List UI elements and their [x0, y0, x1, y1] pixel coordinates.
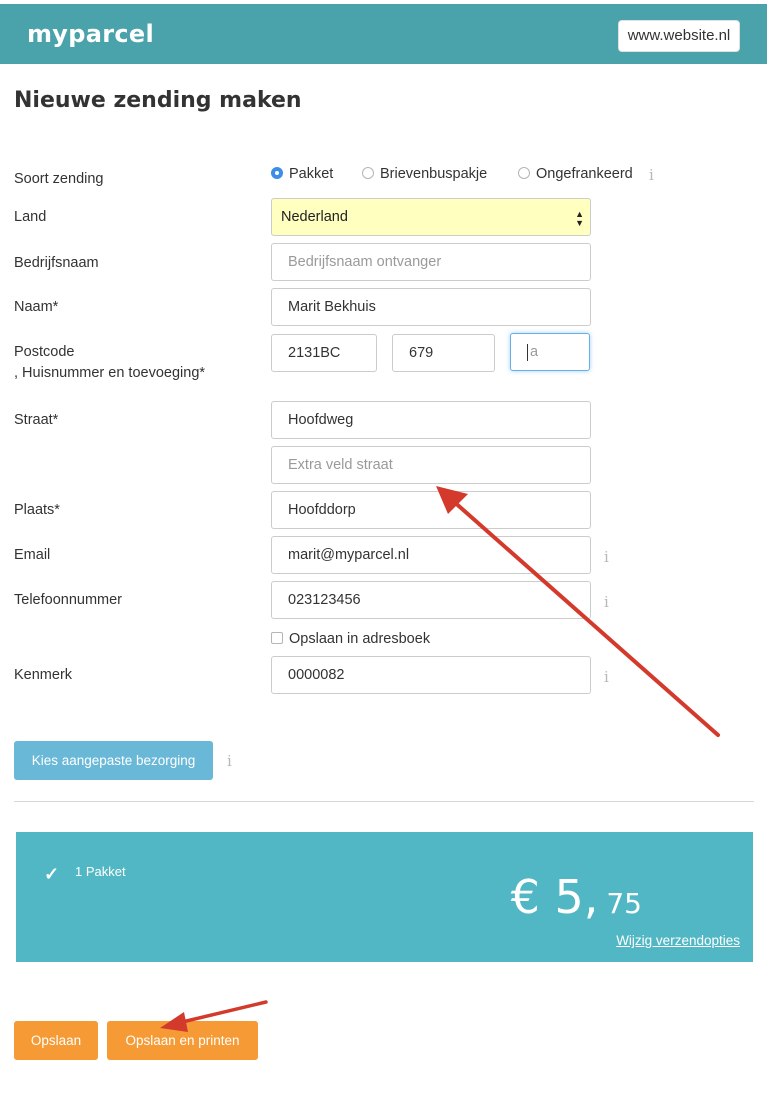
- price: € 5, 75: [511, 870, 642, 924]
- info-icon[interactable]: i: [649, 166, 654, 184]
- name-input[interactable]: Marit Bekhuis: [271, 288, 591, 326]
- checkmark-icon: ✓: [44, 864, 60, 884]
- summary-item: 1 Pakket: [75, 864, 126, 879]
- custom-delivery-button[interactable]: Kies aangepaste bezorging: [14, 741, 213, 780]
- country-label: Land: [14, 209, 47, 225]
- email-input[interactable]: marit@myparcel.nl: [271, 536, 591, 574]
- phone-input[interactable]: 023123456: [271, 581, 591, 619]
- save-and-print-button[interactable]: Opslaan en printen: [107, 1021, 258, 1060]
- logo[interactable]: myparcel: [27, 20, 154, 48]
- save-address-label: Opslaan in adresboek: [289, 631, 431, 647]
- info-icon[interactable]: i: [604, 548, 609, 566]
- save-button[interactable]: Opslaan: [14, 1021, 98, 1060]
- radio-ongefrankeerd-label: Ongefrankeerd: [536, 166, 633, 182]
- info-icon[interactable]: i: [227, 752, 232, 770]
- name-label: Naam*: [14, 299, 59, 315]
- select-arrows-icon: ▲ ▼: [575, 209, 584, 228]
- radio-brievenbuspakje-label: Brievenbuspakje: [380, 166, 488, 182]
- website-link[interactable]: www.website.nl: [618, 20, 740, 52]
- checkbox-icon: [271, 632, 283, 644]
- country-value: Nederland: [281, 209, 348, 225]
- save-address-checkbox[interactable]: Opslaan in adresboek: [271, 631, 430, 647]
- company-label: Bedrijfsnaam: [14, 255, 99, 271]
- info-icon[interactable]: i: [604, 668, 609, 686]
- divider: [14, 801, 754, 802]
- price-cents: 75: [606, 887, 642, 920]
- addition-input[interactable]: a: [510, 333, 590, 371]
- city-label: Plaats*: [14, 502, 60, 518]
- info-icon[interactable]: i: [604, 593, 609, 611]
- radio-ongefrankeerd[interactable]: Ongefrankeerd: [518, 166, 633, 182]
- phone-label: Telefoonnummer: [14, 592, 122, 608]
- street-extra-input[interactable]: Extra veld straat: [271, 446, 591, 484]
- radio-pakket-label: Pakket: [289, 166, 334, 182]
- header-bar: myparcel www.website.nl: [0, 4, 767, 64]
- company-input[interactable]: Bedrijfsnaam ontvanger: [271, 243, 591, 281]
- postcode-label-line1: Postcode: [14, 344, 75, 360]
- street-input[interactable]: Hoofdweg: [271, 401, 591, 439]
- street-label: Straat*: [14, 412, 59, 428]
- shipment-summary: ✓ 1 Pakket € 5, 75 Wijzig verzendopties: [16, 832, 753, 962]
- postcode-label: Postcode , Huisnummer en toevoeging*: [14, 344, 205, 381]
- text-caret: [527, 343, 528, 361]
- house-number-input[interactable]: 679: [392, 334, 495, 372]
- radio-checked-icon: [271, 167, 283, 179]
- change-shipping-options-link[interactable]: Wijzig verzendopties: [616, 933, 740, 948]
- radio-unchecked-icon: [518, 167, 530, 179]
- reference-label: Kenmerk: [14, 667, 73, 683]
- radio-unchecked-icon: [362, 167, 374, 179]
- addition-placeholder: a: [530, 344, 539, 360]
- postcode-label-line2: , Huisnummer en toevoeging*: [14, 365, 206, 381]
- postcode-input[interactable]: 2131BC: [271, 334, 377, 372]
- email-label: Email: [14, 547, 51, 563]
- radio-brievenbuspakje[interactable]: Brievenbuspakje: [362, 166, 487, 182]
- reference-input[interactable]: 0000082: [271, 656, 591, 694]
- city-input[interactable]: Hoofddorp: [271, 491, 591, 529]
- shipment-type-label: Soort zending: [14, 171, 104, 187]
- price-main: € 5,: [510, 870, 599, 924]
- page-title: Nieuwe zending maken: [14, 88, 302, 113]
- country-select[interactable]: Nederland ▲ ▼: [271, 198, 591, 236]
- radio-pakket[interactable]: Pakket: [271, 166, 333, 182]
